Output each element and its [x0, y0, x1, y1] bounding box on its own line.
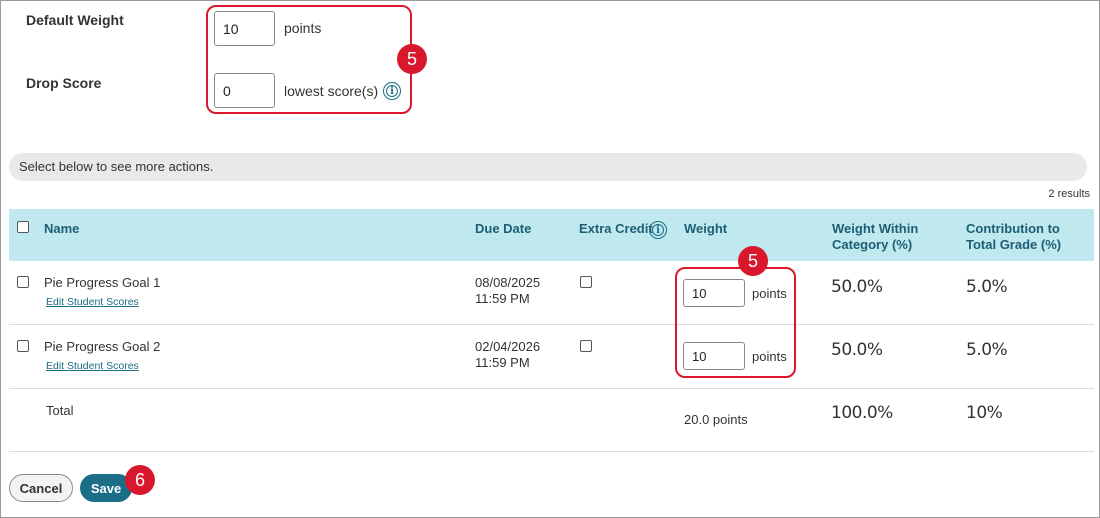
- drop-score-label: Drop Score: [26, 75, 102, 91]
- weight-within-1: 50.0%: [831, 277, 883, 297]
- edit-student-scores-link-1[interactable]: Edit Student Scores: [46, 296, 139, 308]
- total-contribution: 10%: [966, 403, 1003, 423]
- weight-callout-box: [675, 267, 796, 378]
- row-time-2: 11:59 PM: [475, 355, 530, 370]
- row-divider: [9, 451, 1094, 452]
- extra-credit-checkbox-2[interactable]: [580, 340, 592, 352]
- weight-within-2: 50.0%: [831, 340, 883, 360]
- select-all-checkbox[interactable]: [17, 221, 29, 233]
- contribution-2: 5.0%: [966, 340, 1008, 360]
- row-name-1: Pie Progress Goal 1: [44, 275, 161, 290]
- settings-callout-box: [206, 5, 412, 114]
- col-name[interactable]: Name: [44, 221, 79, 237]
- default-weight-label: Default Weight: [26, 12, 124, 28]
- row-checkbox-2[interactable]: [17, 340, 29, 352]
- actions-bar: Select below to see more actions.: [9, 153, 1087, 181]
- col-weight-within: Weight Within Category (%): [832, 221, 919, 252]
- results-count: 2 results: [1048, 188, 1090, 200]
- row-time-1: 11:59 PM: [475, 291, 530, 306]
- weight-callout-badge: 5: [738, 246, 768, 276]
- total-label: Total: [46, 403, 74, 418]
- contribution-1: 5.0%: [966, 277, 1008, 297]
- save-callout-badge: 6: [125, 465, 155, 495]
- row-date-2: 02/04/2026: [475, 339, 541, 354]
- row-divider: [9, 324, 1094, 325]
- total-weight-within: 100.0%: [831, 403, 893, 423]
- row-name-2: Pie Progress Goal 2: [44, 339, 161, 354]
- col-contribution: Contribution to Total Grade (%): [966, 221, 1062, 252]
- total-weight: 20.0 points: [684, 412, 748, 427]
- row-divider: [9, 388, 1094, 389]
- cancel-button[interactable]: Cancel: [9, 474, 73, 502]
- extra-credit-checkbox-1[interactable]: [580, 276, 592, 288]
- settings-callout-badge: 5: [397, 44, 427, 74]
- col-due-date[interactable]: Due Date: [475, 221, 531, 237]
- edit-student-scores-link-2[interactable]: Edit Student Scores: [46, 360, 139, 372]
- row-checkbox-1[interactable]: [17, 276, 29, 288]
- col-weight: Weight: [684, 221, 728, 236]
- extra-credit-info-icon[interactable]: i: [649, 221, 667, 239]
- row-date-1: 08/08/2025: [475, 275, 541, 290]
- col-extra-credit: Extra Credit: [579, 221, 653, 236]
